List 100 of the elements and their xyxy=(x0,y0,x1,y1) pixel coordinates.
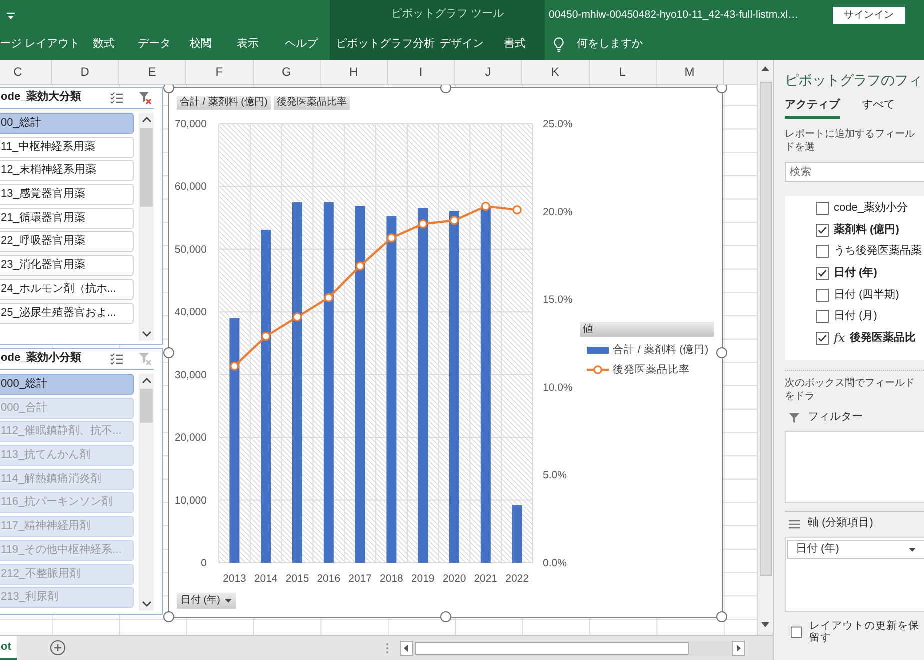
lightbulb-icon[interactable] xyxy=(553,37,565,53)
slicer-item[interactable]: 23_消化器官用薬 xyxy=(0,255,134,276)
resize-handle[interactable] xyxy=(164,612,174,622)
slicer-item[interactable]: 11_中枢神経系用薬 xyxy=(0,136,134,158)
scroll-left-icon[interactable] xyxy=(400,640,414,656)
axis-label: 10.0% xyxy=(543,382,573,394)
checkbox-label[interactable]: レイアウトの更新を保留す xyxy=(809,620,924,644)
resize-handle[interactable] xyxy=(716,85,728,94)
ribbon-tab[interactable]: ピボットグラフ分析 xyxy=(336,38,435,52)
column-header[interactable]: D xyxy=(52,60,120,84)
scrollbar-thumb[interactable] xyxy=(140,128,153,207)
checkbox[interactable] xyxy=(816,224,829,237)
search-field[interactable]: 検索 xyxy=(785,162,924,182)
ribbon-tab[interactable]: デザイン xyxy=(440,38,484,52)
instruction-text: レポートに追加するフィールドを選 xyxy=(785,128,916,155)
checklist-icon[interactable] xyxy=(110,353,124,365)
checkbox[interactable] xyxy=(791,626,802,638)
scroll-down-icon[interactable] xyxy=(142,331,152,337)
field-button[interactable]: 後発医薬品比率 xyxy=(274,96,350,110)
axis-label: 2017 xyxy=(348,573,372,585)
checkbox[interactable] xyxy=(816,267,829,280)
plus-circle-icon[interactable] xyxy=(50,640,66,656)
legend-label: 後発医薬品比率 xyxy=(613,364,690,376)
axis-label: 2018 xyxy=(380,573,404,585)
area-label: フィルター xyxy=(808,411,863,425)
ribbon-tab[interactable]: ージ レイアウト xyxy=(0,38,80,52)
scroll-up-icon[interactable] xyxy=(142,378,152,384)
scrollbar-thumb[interactable] xyxy=(140,389,153,423)
splitter-dots-icon[interactable] xyxy=(386,642,390,654)
clear-filter-icon[interactable] xyxy=(138,91,152,105)
checkbox[interactable] xyxy=(816,202,829,216)
slicer-item[interactable]: 24_ホルモン剤（抗ホ... xyxy=(0,278,134,300)
field-label[interactable]: 薬剤料 (億円) xyxy=(834,224,900,237)
column-header[interactable]: J xyxy=(455,60,522,84)
checkbox[interactable] xyxy=(816,245,829,258)
column-header[interactable]: I xyxy=(388,60,456,84)
field-label[interactable]: うち後発医薬品薬 xyxy=(834,245,922,259)
ribbon-tab[interactable]: 表示 xyxy=(237,38,259,52)
column-header[interactable]: G xyxy=(254,60,321,84)
scroll-right-icon[interactable] xyxy=(732,640,746,656)
field-label[interactable]: 日付 (年) xyxy=(834,266,878,280)
scrollbar-thumb[interactable] xyxy=(415,642,690,654)
slicer-item[interactable]: 21_循環器官用薬 xyxy=(0,208,134,229)
column-header[interactable]: M xyxy=(656,60,724,84)
checklist-icon[interactable] xyxy=(110,92,124,104)
dropdown-caret-icon[interactable] xyxy=(6,12,16,20)
checkbox[interactable] xyxy=(816,332,829,345)
axis-label: 2022 xyxy=(506,573,529,585)
tell-me-field[interactable]: 何をしますか xyxy=(577,38,677,52)
pane-tab[interactable]: すべて xyxy=(862,98,895,119)
ribbon-tab[interactable]: 書式 xyxy=(504,38,526,52)
column-header[interactable]: K xyxy=(522,60,590,84)
resize-handle[interactable] xyxy=(716,612,728,622)
ribbon-tab[interactable]: ヘルプ xyxy=(285,38,318,52)
slicer-item[interactable]: 22_呼吸器官用薬 xyxy=(0,231,134,252)
ribbon-tab[interactable]: 数式 xyxy=(93,38,115,52)
slicer-item[interactable]: 12_末梢神経系用薬 xyxy=(0,160,134,182)
ribbon-tab[interactable]: データ xyxy=(138,38,171,52)
sign-in-button[interactable]: サインイン xyxy=(833,6,905,24)
resize-handle[interactable] xyxy=(716,347,728,358)
sheet-tab[interactable]: ot xyxy=(0,636,18,660)
axis-label: 2019 xyxy=(411,573,435,585)
area-field[interactable]: 日付 (年) xyxy=(787,540,924,559)
field-label[interactable]: 後発医薬品比 xyxy=(850,332,916,345)
caret-down-icon[interactable] xyxy=(909,548,916,552)
axis-label: 20,000 xyxy=(174,432,207,444)
scrollbar-thumb[interactable] xyxy=(760,82,772,576)
axis-label: 2016 xyxy=(317,573,341,585)
axis-label: 50,000 xyxy=(174,244,207,256)
checkbox[interactable] xyxy=(816,288,829,302)
funnel-icon xyxy=(789,412,800,424)
ribbon-tab[interactable]: 校閲 xyxy=(190,38,212,52)
field-label[interactable]: code_薬効小分 xyxy=(834,202,908,216)
axis-label: 2013 xyxy=(223,573,246,585)
column-header[interactable]: C xyxy=(0,60,52,84)
axis-label: 20.0% xyxy=(543,206,573,218)
checkbox[interactable] xyxy=(816,310,829,324)
axis-label: 15.0% xyxy=(543,294,573,306)
resize-handle[interactable] xyxy=(440,612,451,622)
field-label[interactable]: 日付 (四半期) xyxy=(834,288,900,302)
pane-tab[interactable]: アクティブ xyxy=(785,98,840,119)
field-label[interactable]: 日付 (月) xyxy=(834,310,878,324)
axis-label: 0 xyxy=(201,558,207,570)
slicer-item[interactable]: 000_総計 xyxy=(0,374,134,395)
resize-handle[interactable] xyxy=(164,85,174,94)
slicer-item[interactable]: 13_感覚器官用薬 xyxy=(0,184,134,206)
slicer-item[interactable]: 00_総計 xyxy=(0,113,134,134)
column-header[interactable]: L xyxy=(590,60,657,84)
slicer-item[interactable]: 25_泌尿生殖器官およ... xyxy=(0,302,134,324)
scroll-up-icon[interactable] xyxy=(142,117,152,123)
field-button[interactable]: 日付 (年) xyxy=(177,593,236,609)
column-header[interactable]: E xyxy=(119,60,186,84)
resize-handle[interactable] xyxy=(440,85,451,94)
field-button[interactable]: 合計 / 薬剤料 (億円) xyxy=(177,96,271,110)
column-header[interactable]: F xyxy=(186,60,254,84)
column-header[interactable]: H xyxy=(320,60,388,84)
scroll-down-icon[interactable] xyxy=(142,601,152,607)
list-icon xyxy=(789,520,800,528)
axis-label: 2021 xyxy=(474,573,498,585)
resize-handle[interactable] xyxy=(164,347,174,358)
